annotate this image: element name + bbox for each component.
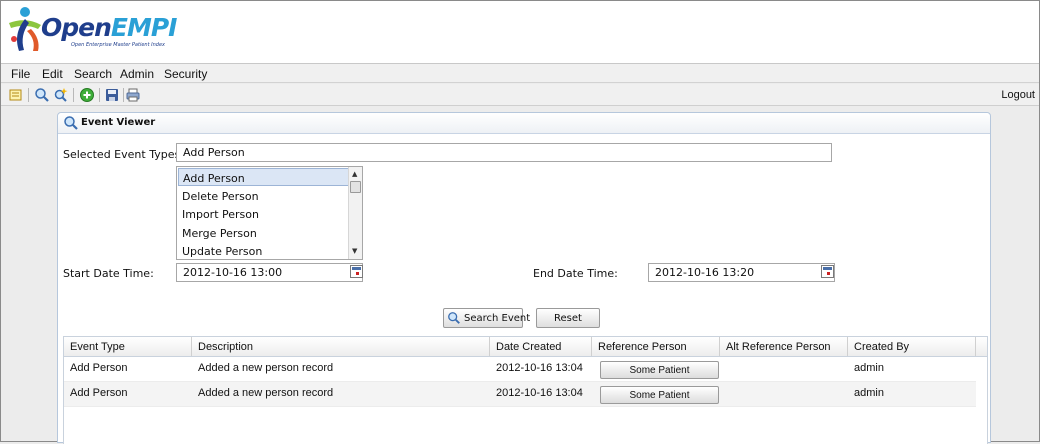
save-icon[interactable] xyxy=(104,87,120,103)
column-header-date-created[interactable]: Date Created xyxy=(490,337,592,356)
menu-file[interactable]: File xyxy=(11,67,30,81)
menu-security[interactable]: Security xyxy=(164,67,207,81)
event-type-option-add-person[interactable]: Add Person xyxy=(178,168,349,186)
logo-wordmark-open: Open xyxy=(41,13,112,42)
cell-event-type: Add Person xyxy=(70,387,128,399)
event-type-option-update-person[interactable]: Update Person xyxy=(178,242,349,260)
reset-label: Reset xyxy=(554,313,582,324)
scroll-down-arrow-icon[interactable]: ▼ xyxy=(352,248,357,255)
start-date-time-field[interactable] xyxy=(176,263,363,282)
search-icon[interactable] xyxy=(34,87,50,103)
cell-description: Added a new person record xyxy=(198,387,334,399)
event-types-listbox[interactable]: Add Person Delete Person Import Person M… xyxy=(176,166,363,260)
listbox-scrollbar[interactable]: ▲ ▼ xyxy=(348,167,362,259)
search-event-button[interactable]: Search Event xyxy=(443,308,530,328)
openempi-logo xyxy=(5,5,45,58)
logo-wordmark-empi: EMPI xyxy=(110,13,178,42)
scroll-up-arrow-icon[interactable]: ▲ xyxy=(352,171,357,178)
cell-date-created: 2012-10-16 13:04 xyxy=(496,387,583,399)
end-date-time-label: End Date Time: xyxy=(533,267,618,280)
selected-event-types-label: Selected Event Types: xyxy=(63,148,184,161)
column-header-event-type[interactable]: Event Type xyxy=(64,337,192,356)
toolbar: Logout xyxy=(1,84,1039,106)
menu-edit[interactable]: Edit xyxy=(42,67,63,81)
event-type-option-delete-person[interactable]: Delete Person xyxy=(178,187,349,205)
menu-admin[interactable]: Admin xyxy=(120,67,154,81)
advanced-search-icon[interactable] xyxy=(53,87,69,103)
start-date-time-label: Start Date Time: xyxy=(63,267,154,280)
grid-header: Event Type Description Date Created Refe… xyxy=(64,337,987,357)
column-header-reference-person[interactable]: Reference Person xyxy=(592,337,720,356)
search-event-icon xyxy=(447,311,461,328)
menu-bar: File Edit Search Admin Security xyxy=(1,63,1039,83)
event-viewer-search-icon xyxy=(63,115,79,134)
table-row[interactable]: Add Person Added a new person record 201… xyxy=(64,382,976,407)
toolbar-separator xyxy=(73,88,74,102)
start-date-calendar-icon[interactable] xyxy=(350,265,363,278)
search-event-label: Search Event xyxy=(464,313,531,324)
table-row[interactable]: Add Person Added a new person record 201… xyxy=(64,357,976,382)
print-icon[interactable] xyxy=(125,87,141,103)
panel-header: Event Viewer xyxy=(58,113,990,134)
cell-description: Added a new person record xyxy=(198,362,334,374)
selected-event-types-field[interactable] xyxy=(176,143,832,162)
column-header-description[interactable]: Description xyxy=(192,337,490,356)
cell-date-created: 2012-10-16 13:04 xyxy=(496,362,583,374)
logout-link[interactable]: Logout xyxy=(1001,89,1035,101)
logo-tagline: Open Enterprise Master Patient Index xyxy=(71,42,165,48)
cell-created-by: admin xyxy=(854,362,884,374)
event-viewer-panel: Event Viewer Selected Event Types: Add P… xyxy=(57,112,991,444)
end-date-calendar-icon[interactable] xyxy=(821,265,834,278)
column-header-created-by[interactable]: Created By xyxy=(848,337,976,356)
event-results-grid: Event Type Description Date Created Refe… xyxy=(63,336,988,444)
scroll-thumb[interactable] xyxy=(350,181,361,193)
toolbar-separator xyxy=(123,88,124,102)
reference-person-button[interactable]: Some Patient xyxy=(600,386,719,404)
report-icon[interactable] xyxy=(8,87,24,103)
cell-created-by: admin xyxy=(854,387,884,399)
toolbar-separator xyxy=(28,88,29,102)
app-header: OpenEMPI Open Enterprise Master Patient … xyxy=(1,1,1039,63)
toolbar-separator xyxy=(99,88,100,102)
logo-figure-icon xyxy=(9,7,41,51)
event-type-option-import-person[interactable]: Import Person xyxy=(178,205,349,223)
logo-wordmark: OpenEMPI xyxy=(41,13,177,42)
reference-person-button[interactable]: Some Patient xyxy=(600,361,719,379)
panel-title: Event Viewer xyxy=(81,117,156,128)
end-date-time-field[interactable] xyxy=(648,263,835,282)
event-type-option-merge-person[interactable]: Merge Person xyxy=(178,224,349,242)
cell-event-type: Add Person xyxy=(70,362,128,374)
reset-button[interactable]: Reset xyxy=(536,308,600,328)
add-person-icon[interactable] xyxy=(79,87,95,103)
menu-search[interactable]: Search xyxy=(74,67,112,81)
column-header-alt-reference-person[interactable]: Alt Reference Person xyxy=(720,337,848,356)
